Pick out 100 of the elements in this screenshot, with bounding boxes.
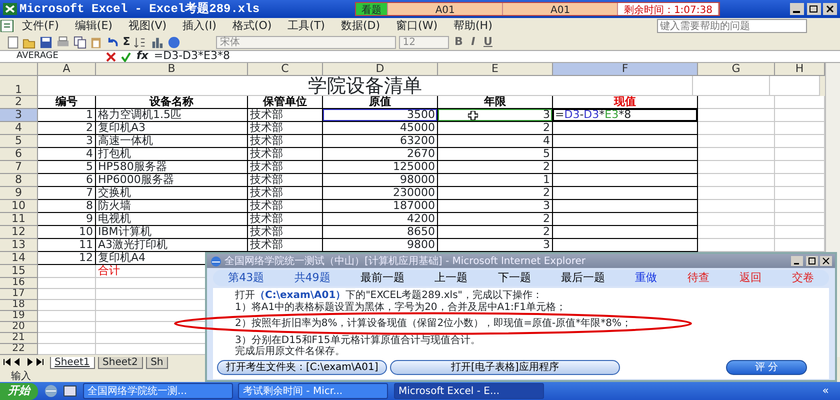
instruction-text: 1）将A1中的表格标题设置为黑体，字号为20，合并及居中A1:F1单元格； [235,302,567,313]
table-cell: 8 [38,200,96,213]
menu-item[interactable]: 文件(F) [14,18,67,34]
table-cell: IBM计算机 [96,226,248,239]
sort-icon[interactable] [133,36,148,48]
exam-id: A01 [388,3,504,15]
help-icon[interactable] [166,36,181,48]
row-number: 11 [0,213,38,226]
sheet-tab[interactable]: Sheet2 [98,357,143,369]
close-icon[interactable] [823,3,838,15]
row-number: 1 [0,76,38,96]
menu-item[interactable]: 编辑(E) [66,18,120,34]
row-number: 6 [0,148,38,161]
column-header[interactable]: G [698,63,775,76]
menu-item[interactable]: 工具(T) [280,18,333,34]
nav-link[interactable]: 待查 [687,270,710,286]
style-button[interactable]: B [452,34,466,50]
nav-link[interactable]: 返回 [740,270,762,286]
menu-item[interactable]: 插入(I) [174,18,224,34]
save-icon[interactable] [39,36,53,48]
nav-link[interactable]: 上一题 [434,270,468,286]
sheet-tab[interactable]: Sh [146,357,168,369]
desktop-icon[interactable] [63,384,77,398]
row-number: 7 [0,161,38,174]
column-title: 现值 [553,96,698,109]
instruction-text: 3）分别在D15和F15单元格计算原值合计与现值合计。 [235,334,482,346]
exam-tab[interactable]: 看题 [356,3,388,15]
table-cell: 打包机 [96,148,248,161]
table-cell: 3 [438,109,553,122]
confirm-icon[interactable] [121,52,131,62]
dialog-button[interactable]: 打开考生文件夹：[C:\exam\A01] [217,360,388,376]
minimize-icon[interactable] [790,3,804,15]
menu-item[interactable]: 视图(V) [120,18,175,34]
dialog-button[interactable]: 打开[电子表格]应用程序 [390,360,620,376]
function-button[interactable]: fx [136,48,148,65]
column-title: 保管单位 [248,96,323,109]
table-cell: 230000 [323,187,438,200]
menu-item[interactable]: 格式(O) [224,18,280,34]
table-cell: 技术部 [248,148,323,161]
formula-text: =D3-D3*E3*8 [154,48,230,64]
menu-item[interactable]: 数据(D) [332,18,388,34]
table-cell: 2 [438,187,553,200]
style-button[interactable]: U [480,34,496,50]
table-cell: 2 [438,213,553,226]
copy-icon[interactable] [72,36,86,48]
table-cell: 技术部 [248,161,323,174]
nav-link[interactable]: 下一题 [498,270,531,286]
nav-link[interactable]: 交卷 [792,270,814,286]
browser-icon[interactable] [44,384,58,398]
menu-item[interactable]: 窗口(W) [388,18,446,34]
table-cell: 技术部 [248,174,323,187]
close-icon[interactable] [820,256,832,266]
undo-icon[interactable] [106,36,120,48]
sheet-tab[interactable]: Sheet1 [50,357,95,369]
clipboard-icon[interactable] [89,36,104,48]
column-header[interactable]: H [775,63,825,76]
row-number: 2 [0,96,38,109]
column-header[interactable]: C [248,63,323,76]
row-number: 12 [0,226,38,239]
maximize-icon[interactable] [806,256,818,266]
score-button[interactable]: 评 分 [726,360,807,376]
restore-icon[interactable] [806,3,820,15]
name-box[interactable]: AVERAGE [0,50,100,64]
table-cell: 技术部 [248,135,323,148]
formula-input[interactable]: =D3-D3*E3*8 [555,109,632,121]
table-cell: 5 [38,161,96,174]
column-title: 设备名称 [96,96,248,109]
instruction-text: 完成后用原文件名保存。 [235,346,346,358]
help-field[interactable]: 键入需要帮助的问题 [657,19,807,33]
menu-item[interactable]: 帮助(H) [446,18,500,34]
table-cell: 45000 [323,122,438,135]
column-header[interactable]: F [553,63,698,76]
taskbar-button[interactable]: 考试剩余时间 - Micr... [238,383,388,399]
column-header[interactable]: E [438,63,553,76]
document-icon [0,20,14,32]
table-cell: 98000 [323,174,438,187]
chart-icon[interactable] [150,36,164,48]
table-cell: 高速一体机 [96,135,248,148]
table-cell: 复印机A3 [96,122,248,135]
instruction-text: 2）按照年折旧率为8%，计算设备现值（保留2位小数），即现值=原值-原值*年限*8%； [235,318,807,330]
table-cell: 技术部 [248,226,323,239]
nav-link[interactable]: 最前一题 [360,270,404,286]
printer-icon[interactable] [56,36,70,48]
nav-link[interactable]: 共49题 [294,270,330,286]
cancel-icon[interactable] [106,52,116,62]
taskbar-button[interactable]: 全国网络学院统一测... [82,383,232,399]
autosum-button[interactable]: Σ [122,34,130,50]
new-document-icon[interactable] [6,36,20,48]
style-button[interactable]: I [468,34,478,50]
table-cell: 2 [438,122,553,135]
row-number: 4 [0,122,38,135]
nav-link[interactable]: 最后一题 [561,270,606,286]
nav-link[interactable]: 重做 [635,270,658,286]
taskbar-button[interactable]: Microsoft Excel - E... [394,383,544,399]
column-header[interactable]: A [38,63,96,76]
tray-expand[interactable]: « [822,382,829,400]
column-header[interactable]: B [96,63,248,76]
minimize-icon[interactable] [790,256,803,266]
column-header[interactable]: D [323,63,438,76]
instruction-text: 打开（C:\exam\A01）下的"EXCEL考题289.xls"，完成以下操作： [235,290,544,302]
